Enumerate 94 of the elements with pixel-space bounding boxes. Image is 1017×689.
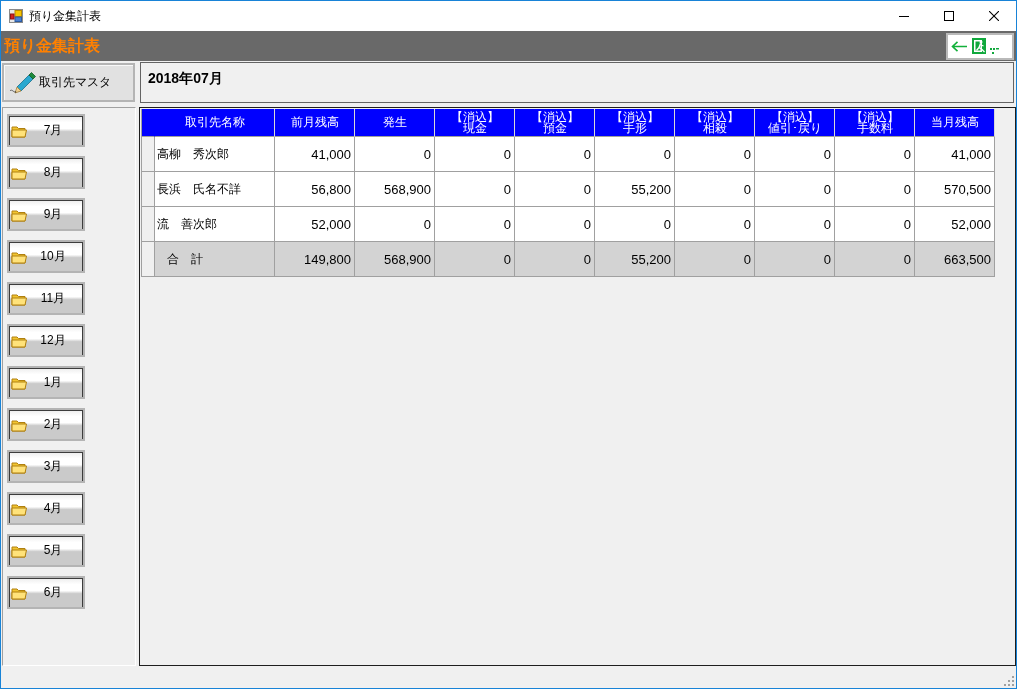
total-cell: 663,500 xyxy=(915,242,995,277)
grid-corner-cell xyxy=(142,109,155,137)
table-cell: 0 xyxy=(435,207,515,242)
left-arrow-icon xyxy=(951,40,967,52)
total-cell: 0 xyxy=(835,242,915,277)
header-label: 手形 xyxy=(622,122,647,134)
month-button[interactable]: 2月 xyxy=(7,408,85,441)
month-button[interactable]: 9月 xyxy=(7,198,85,231)
table-cell: 0 xyxy=(755,137,835,172)
table-cell: 高柳 秀次郎 xyxy=(155,137,275,172)
period-label: 2018年07月 xyxy=(148,70,223,86)
folder-icon xyxy=(11,585,27,600)
header-prefix: 【消込】 xyxy=(770,111,819,123)
total-cell: 55,200 xyxy=(595,242,675,277)
total-cell: 合 計 xyxy=(155,242,275,277)
month-button[interactable]: 6月 xyxy=(7,576,85,609)
month-button[interactable]: 3月 xyxy=(7,450,85,483)
table-cell: 0 xyxy=(515,172,595,207)
table-cell: 0 xyxy=(835,137,915,172)
table-cell: 56,800 xyxy=(275,172,355,207)
month-button[interactable]: 11月 xyxy=(7,282,85,315)
app-icon xyxy=(9,9,23,23)
header-prefix: 【消込】 xyxy=(530,111,579,123)
folder-icon xyxy=(11,417,27,432)
total-cell: 0 xyxy=(675,242,755,277)
resize-grip-icon xyxy=(1004,676,1014,686)
month-button[interactable]: 8月 xyxy=(7,156,85,189)
folder-icon xyxy=(11,291,27,306)
pencil-icon xyxy=(9,70,37,95)
minimize-icon xyxy=(898,15,909,17)
header-label: 現金 xyxy=(462,122,487,134)
folder-icon xyxy=(11,459,27,474)
folder-icon xyxy=(11,543,27,558)
header-label: 相殺 xyxy=(702,122,727,134)
total-cell: 0 xyxy=(755,242,835,277)
table-cell: 52,000 xyxy=(915,207,995,242)
folder-icon xyxy=(11,249,27,264)
table-cell: 0 xyxy=(835,172,915,207)
table-cell: 0 xyxy=(835,207,915,242)
header-prefix: 【消込】 xyxy=(690,111,739,123)
month-button[interactable]: 10月 xyxy=(7,240,85,273)
month-button[interactable]: 4月 xyxy=(7,492,85,525)
table-cell: 0 xyxy=(675,207,755,242)
header-label: 預金 xyxy=(542,122,567,134)
column-header: 前月残高 xyxy=(275,109,355,137)
folder-icon xyxy=(11,123,27,138)
table-cell: 0 xyxy=(755,172,835,207)
column-header: 発生 xyxy=(355,109,435,137)
table-cell: 52,000 xyxy=(275,207,355,242)
total-cell: 0 xyxy=(435,242,515,277)
folder-icon xyxy=(11,207,27,222)
folder-icon xyxy=(11,333,27,348)
table-cell: 0 xyxy=(595,137,675,172)
header-prefix: 【消込】 xyxy=(450,111,499,123)
month-button[interactable]: 12月 xyxy=(7,324,85,357)
table-cell: 0 xyxy=(435,172,515,207)
column-header: 当月残高 xyxy=(915,109,995,137)
table-cell: 0 xyxy=(515,207,595,242)
close-icon xyxy=(988,11,999,21)
header-label: 手数料 xyxy=(856,122,893,134)
table-cell: 41,000 xyxy=(275,137,355,172)
table-cell: 0 xyxy=(755,207,835,242)
maximize-icon xyxy=(943,11,954,21)
table-cell: 570,500 xyxy=(915,172,995,207)
folder-icon xyxy=(11,501,27,516)
month-button[interactable]: 5月 xyxy=(7,534,85,567)
master-data-button[interactable]: 取引先マスタ xyxy=(2,63,135,102)
month-button[interactable]: 7月 xyxy=(7,114,85,147)
table-cell: 0 xyxy=(675,137,755,172)
column-header: 取引先名称 xyxy=(155,109,275,137)
header-prefix: 【消込】 xyxy=(610,111,659,123)
table-cell: 長浜 氏名不詳 xyxy=(155,172,275,207)
table-cell: 0 xyxy=(595,207,675,242)
window-title: 預り金集計表 xyxy=(29,7,101,25)
table-cell: 0 xyxy=(675,172,755,207)
table-cell: 568,900 xyxy=(355,172,435,207)
header-prefix: 【消込】 xyxy=(850,111,899,123)
table-cell: 41,000 xyxy=(915,137,995,172)
table-cell: 流 善次郎 xyxy=(155,207,275,242)
table-cell: 0 xyxy=(435,137,515,172)
table-cell: 55,200 xyxy=(595,172,675,207)
total-cell: 0 xyxy=(515,242,595,277)
folder-icon xyxy=(11,375,27,390)
header-label: 値引･戻り xyxy=(767,122,822,134)
table-cell: 0 xyxy=(355,137,435,172)
exit-button[interactable] xyxy=(946,32,1014,60)
total-cell: 149,800 xyxy=(275,242,355,277)
table-cell: 0 xyxy=(515,137,595,172)
month-button[interactable]: 1月 xyxy=(7,366,85,399)
app-heading: 預り金集計表 xyxy=(4,35,100,57)
exit-sign-icon xyxy=(972,38,999,54)
total-cell: 568,900 xyxy=(355,242,435,277)
table-cell: 0 xyxy=(355,207,435,242)
folder-icon xyxy=(11,165,27,180)
